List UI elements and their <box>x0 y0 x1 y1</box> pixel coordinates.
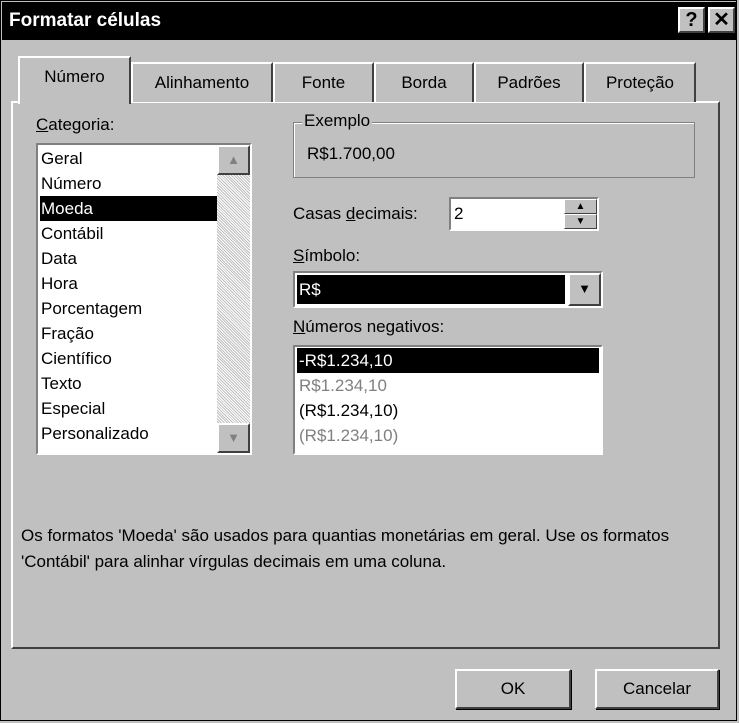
category-item-porcentagem[interactable]: Porcentagem <box>40 296 219 321</box>
tab-alinhamento[interactable]: Alinhamento <box>131 62 273 102</box>
up-arrow-icon: ▲ <box>575 201 586 212</box>
spin-up-button[interactable]: ▲ <box>564 199 597 214</box>
spin-down-button[interactable]: ▼ <box>564 214 597 229</box>
decimals-value[interactable]: 2 <box>454 204 463 224</box>
scroll-down-button[interactable]: ▼ <box>217 423 250 453</box>
category-scrollbar[interactable]: ▲ ▼ <box>217 145 250 453</box>
decimals-label: Casas decimais: <box>293 204 418 223</box>
negative-numbers-list[interactable]: -R$1.234,10 R$1.234,10 (R$1.234,10) (R$1… <box>293 345 603 455</box>
chevron-down-icon: ▼ <box>578 281 591 296</box>
category-item-contabil[interactable]: Contábil <box>40 221 219 246</box>
category-label: Categoria: <box>36 115 115 134</box>
decimals-spinner[interactable]: 2 ▲ ▼ <box>449 197 599 231</box>
category-item-cientifico[interactable]: Científico <box>40 346 219 371</box>
category-item-geral[interactable]: Geral <box>40 146 219 171</box>
category-item-personalizado[interactable]: Personalizado <box>40 421 219 446</box>
tab-fonte[interactable]: Fonte <box>273 62 374 102</box>
category-item-texto[interactable]: Texto <box>40 371 219 396</box>
category-list[interactable]: Geral Número Moeda Contábil Data Hora Po… <box>36 143 252 455</box>
category-item-fracao[interactable]: Fração <box>40 321 219 346</box>
symbol-label: Símbolo: <box>293 246 361 265</box>
tab-numero[interactable]: Número <box>18 56 131 104</box>
close-icon: ✕ <box>713 9 730 31</box>
close-button[interactable]: ✕ <box>708 7 735 33</box>
example-value: R$1.700,00 <box>307 144 395 163</box>
example-group: Exemplo R$1.700,00 <box>293 111 695 178</box>
negatives-label: Números negativos: <box>293 317 445 336</box>
negative-item[interactable]: (R$1.234,10) <box>297 423 599 448</box>
category-item-hora[interactable]: Hora <box>40 271 219 296</box>
negative-item[interactable]: -R$1.234,10 <box>297 348 599 373</box>
title-bar[interactable]: Formatar células ? ✕ <box>2 2 737 40</box>
help-button[interactable]: ? <box>678 7 705 33</box>
example-title: Exemplo <box>302 111 373 131</box>
ok-button[interactable]: OK <box>455 669 571 709</box>
dialog-title: Formatar células <box>9 10 162 31</box>
symbol-value[interactable]: R$ <box>297 275 565 304</box>
category-item-especial[interactable]: Especial <box>40 396 219 421</box>
up-arrow-icon: ▲ <box>227 152 240 167</box>
category-item-data[interactable]: Data <box>40 246 219 271</box>
cancel-button[interactable]: Cancelar <box>595 669 719 709</box>
scroll-up-button[interactable]: ▲ <box>217 145 250 175</box>
negative-item[interactable]: (R$1.234,10) <box>297 398 599 423</box>
symbol-dropdown-button[interactable]: ▼ <box>568 273 601 306</box>
negative-item[interactable]: R$1.234,10 <box>297 373 599 398</box>
down-arrow-icon: ▼ <box>575 216 586 227</box>
format-cells-dialog: Formatar células ? ✕ Número Alinhamento … <box>0 0 737 721</box>
tab-borda[interactable]: Borda <box>374 62 474 102</box>
spinner-buttons: ▲ ▼ <box>564 199 597 229</box>
tab-padroes[interactable]: Padrões <box>474 62 584 102</box>
tab-protecao[interactable]: Proteção <box>584 62 696 102</box>
category-item-moeda[interactable]: Moeda <box>40 196 219 221</box>
symbol-dropdown[interactable]: R$ ▼ <box>293 271 603 308</box>
down-arrow-icon: ▼ <box>227 430 240 445</box>
category-item-numero[interactable]: Número <box>40 171 219 196</box>
format-description: Os formatos 'Moeda' são usados para quan… <box>21 526 670 571</box>
